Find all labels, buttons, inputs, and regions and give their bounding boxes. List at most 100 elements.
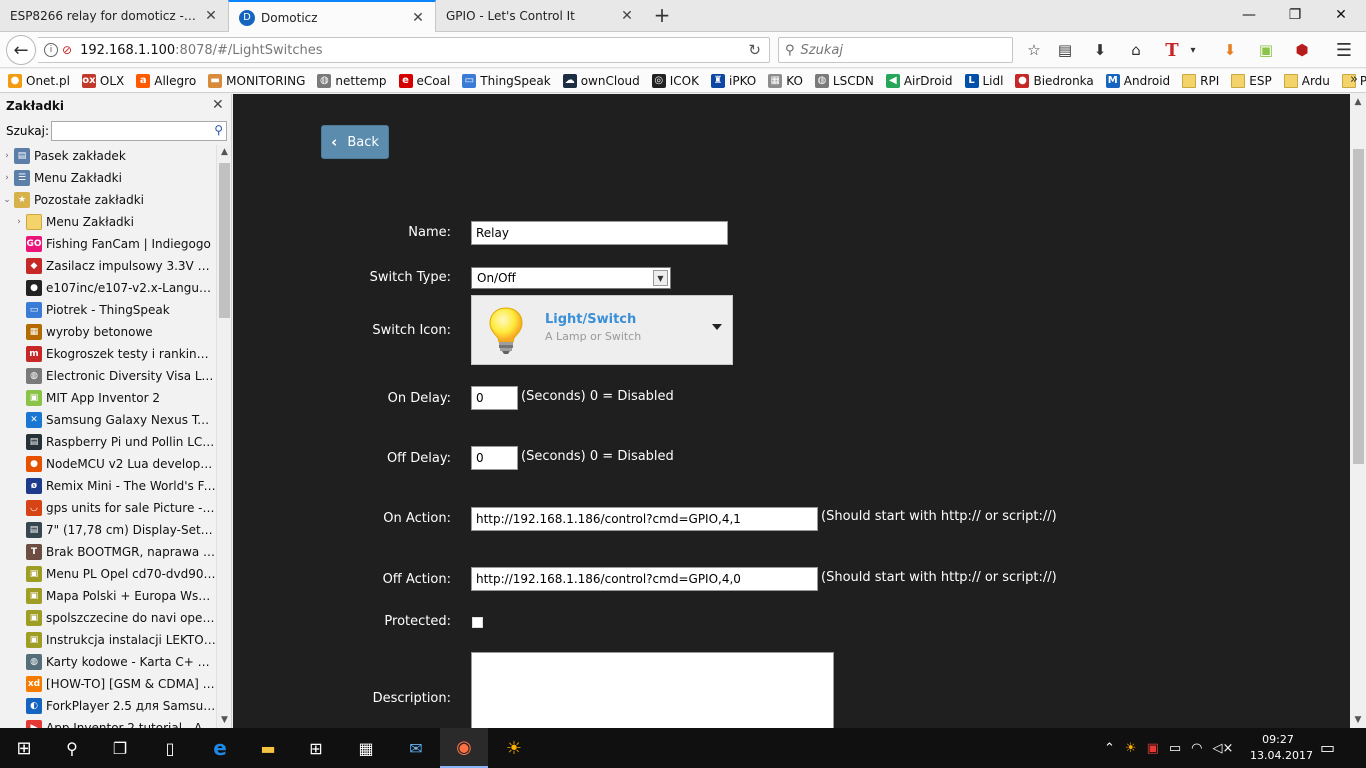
bookmark-icok[interactable]: ◎ ICOK — [651, 73, 699, 88]
reload-icon[interactable]: ↻ — [748, 41, 761, 59]
bookmark-item[interactable]: ◍ Karty kodowe - Karta C+ Com... — [0, 651, 216, 673]
bookmark-item[interactable]: ▤ Raspberry Pi und Pollin LCD L... — [0, 431, 216, 453]
bookmark-item[interactable]: ◆ Zasilacz impulsowy 3.3V 2A D... — [0, 255, 216, 277]
back-button[interactable]: ‹ Back — [321, 125, 389, 159]
twisty-icon[interactable]: › — [2, 151, 12, 161]
store-icon[interactable]: ⊞ — [292, 728, 340, 768]
bookmark-item[interactable]: ● e107inc/e107-v2.x-Language-... — [0, 277, 216, 299]
on-delay-input[interactable] — [471, 386, 518, 410]
bookmark-rpi[interactable]: RPI — [1182, 73, 1219, 88]
bookmark-item[interactable]: ◐ ForkPlayer 2.5 для Samsung L... — [0, 695, 216, 717]
minimize-button[interactable]: — — [1226, 0, 1272, 30]
bookmark-folder[interactable]: › ☰ Menu Zakładki — [0, 167, 216, 189]
search-icon[interactable]: ⚲ — [48, 728, 96, 768]
bookmark-ecoal[interactable]: e eCoal — [398, 73, 450, 88]
twisty-icon[interactable]: › — [2, 173, 12, 183]
off-action-input[interactable] — [471, 567, 818, 591]
extension-arrow-icon[interactable]: ⬇ — [1218, 38, 1242, 62]
restore-button[interactable]: ❐ — [1272, 0, 1318, 30]
wifi-icon[interactable]: ◠ — [1191, 741, 1202, 756]
hamburger-menu-icon[interactable]: ☰ — [1332, 38, 1356, 62]
bookmark-item[interactable]: ▣ Mapa Polski + Europa Wsch. ... — [0, 585, 216, 607]
bookmark-ipko[interactable]: ♜ iPKO — [711, 73, 756, 88]
bookmark-item[interactable]: ▭ Piotrek - ThingSpeak — [0, 299, 216, 321]
bookmark-allegro[interactable]: a Allegro — [136, 73, 196, 88]
sidebar-search-input[interactable]: ⚲ — [51, 121, 227, 141]
bookmark-onet-pl[interactable]: ● Onet.pl — [8, 73, 70, 88]
volume-muted-icon[interactable]: ◁× — [1213, 741, 1234, 756]
bookmark-folder[interactable]: › ▤ Pasek zakładek — [0, 145, 216, 167]
protected-checkbox[interactable] — [472, 617, 483, 628]
bookmark-item[interactable]: GO Fishing FanCam | Indiegogo — [0, 233, 216, 255]
bookmark-item[interactable]: ✕ Samsung Galaxy Nexus Teard... — [0, 409, 216, 431]
page-scrollbar[interactable]: ▲ ▼ — [1350, 94, 1366, 728]
bookmarks-overflow-icon[interactable]: » — [1350, 72, 1358, 87]
sidebar-close-icon[interactable]: ✕ — [212, 97, 224, 113]
scroll-up-icon[interactable]: ▲ — [217, 145, 231, 159]
scroll-up-icon[interactable]: ▲ — [1350, 94, 1366, 110]
bookmark-item[interactable]: T Brak BOOTMGR, naprawa Wi... — [0, 541, 216, 563]
downloads-icon[interactable]: ⬇ — [1088, 38, 1112, 62]
on-action-input[interactable] — [471, 507, 818, 531]
extension-notifier-icon[interactable]: ▣ — [1254, 38, 1278, 62]
bookmark-item[interactable]: ▦ wyroby betonowe — [0, 321, 216, 343]
sidebar-scrollbar[interactable]: ▲ ▼ — [216, 145, 231, 728]
translate-extension-icon[interactable]: T — [1160, 38, 1184, 62]
bookmark-item[interactable]: xd [HOW-TO] [GSM & CDMA] R... — [0, 673, 216, 695]
scroll-down-icon[interactable]: ▼ — [217, 713, 231, 727]
name-input[interactable] — [471, 221, 728, 245]
url-bar[interactable]: i ⊘ 192.168.1.100:8078/#/LightSwitches ↻ — [38, 37, 770, 63]
bookmark-folder[interactable]: › Menu Zakładki — [0, 211, 216, 233]
bookmark-item[interactable]: ▣ Menu PL Opel cd70-dvd90 - ... — [0, 563, 216, 585]
ublock-icon[interactable]: ⬢ — [1290, 38, 1314, 62]
bookmark-thingspeak[interactable]: ▭ ThingSpeak — [462, 73, 551, 88]
scroll-thumb[interactable] — [219, 163, 230, 318]
bookmark-item[interactable]: ▣ Instrukcja instalacji LEKTORA ... — [0, 629, 216, 651]
edge-icon[interactable]: e — [196, 728, 244, 768]
tab-esp8266[interactable]: ESP8266 relay for domoticz - L... ✕ — [0, 0, 228, 32]
sun-app-icon[interactable]: ☀ — [490, 728, 538, 768]
description-textarea[interactable] — [471, 652, 834, 728]
browser-back-button[interactable]: ← — [6, 35, 36, 65]
bookmark-folder[interactable]: ⌄ ★ Pozostałe zakładki — [0, 189, 216, 211]
bookmark-ardu[interactable]: Ardu — [1283, 73, 1330, 88]
switch-icon-picker[interactable]: Light/Switch A Lamp or Switch — [471, 295, 733, 365]
off-delay-input[interactable] — [471, 446, 518, 470]
bookmark-olx[interactable]: ox OLX — [81, 73, 124, 88]
home-icon[interactable]: ⌂ — [1124, 38, 1148, 62]
bookmark-airdroid[interactable]: ◀ AirDroid — [885, 73, 953, 88]
bookmark-monitoring[interactable]: ▬ MONITORING — [208, 73, 305, 88]
twisty-icon[interactable]: ⌄ — [2, 195, 12, 205]
start-windows-icon[interactable]: ⊞ — [0, 728, 48, 768]
bookmark-ko[interactable]: ▦ KO — [768, 73, 803, 88]
tab-domoticz[interactable]: D Domoticz ✕ — [228, 0, 436, 33]
search-bar[interactable]: ⚲ Szukaj — [778, 37, 1013, 63]
tab-close-icon[interactable]: ✕ — [204, 8, 218, 24]
bookmark-lidl[interactable]: L Lidl — [964, 73, 1003, 88]
battery-icon[interactable]: ▭ — [1169, 741, 1181, 756]
close-window-button[interactable]: ✕ — [1318, 0, 1364, 30]
chevron-up-icon[interactable]: ⌃ — [1104, 741, 1115, 756]
thunderbird-icon[interactable]: ✉ — [392, 728, 440, 768]
bookmark-item[interactable]: m Ekogroszek testy i ranking wg ... — [0, 343, 216, 365]
bookmark-star-icon[interactable]: ☆ — [1022, 38, 1046, 62]
bookmark-item[interactable]: ◡ gps units for sale Picture - Mo... — [0, 497, 216, 519]
bookmark-esp[interactable]: ESP — [1231, 73, 1272, 88]
info-icon[interactable]: i — [44, 43, 58, 57]
tab-close-icon[interactable]: ✕ — [411, 10, 425, 26]
tab-close-icon[interactable]: ✕ — [620, 8, 634, 24]
reading-list-icon[interactable]: ▤ — [1053, 38, 1077, 62]
extension-dropdown-icon[interactable]: ▾ — [1186, 38, 1200, 62]
clock[interactable]: 09:27 13.04.2017 — [1250, 732, 1313, 764]
bookmark-item[interactable]: ø Remix Mini - The World's First... — [0, 475, 216, 497]
scroll-down-icon[interactable]: ▼ — [1350, 712, 1366, 728]
switch-type-select[interactable]: On/Off ▼ — [471, 267, 671, 289]
alert-tray-icon[interactable]: ▣ — [1147, 741, 1159, 756]
bookmark-item[interactable]: ◍ Electronic Diversity Visa Lottery — [0, 365, 216, 387]
new-tab-button[interactable]: + — [650, 4, 674, 28]
bookmark-item[interactable]: ▣ spolszczecine do navi opel cd... — [0, 607, 216, 629]
bookmark-nettemp[interactable]: ◍ nettemp — [317, 73, 387, 88]
bookmark-item[interactable]: ▶ App Inventor 2 tutorial - Andr... — [0, 717, 216, 728]
bookmark-owncloud[interactable]: ☁ ownCloud — [562, 73, 640, 88]
twisty-icon[interactable]: › — [14, 217, 24, 227]
